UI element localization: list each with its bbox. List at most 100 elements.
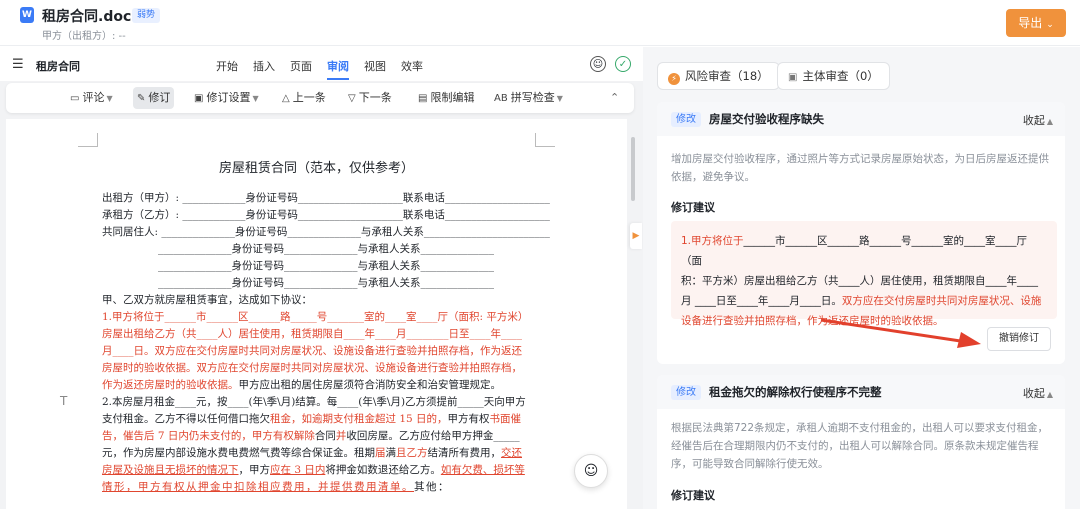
ai-assistant-icon[interactable]: ☺: [574, 454, 608, 488]
revised-line: 房屋时的验收依据。双方应在交付房屋时共同对房屋状况、设施设备进行查验并拍照存档，: [102, 362, 522, 374]
pointer-arrow: [820, 318, 981, 348]
revised-text: 交还: [501, 447, 522, 459]
spell-check-button[interactable]: AB 拼写检查 ▼: [490, 87, 567, 109]
next-label: 下一条: [358, 91, 392, 104]
modify-badge: 修改: [671, 112, 701, 127]
chevron-down-icon: ▼: [106, 94, 113, 103]
suggestion-line: 1.甲方将位于______市______区______路______号_____…: [681, 231, 1047, 271]
chevron-down-icon: ▼: [556, 94, 563, 103]
previous-change-button[interactable]: △ 上一条: [278, 87, 330, 109]
review-panel: ⚡ 风险审查（18） ▣ 主体审查（0） 修改 房屋交付验收程序缺失 收起 ▲ 增加房…: [643, 47, 1080, 515]
suggestion-text: 双方应在交付房屋时共同对房屋状况、设施: [841, 295, 1042, 307]
menu-doc-name: 租房合同: [36, 60, 80, 73]
collapse-panel-icon[interactable]: ▶: [630, 223, 642, 249]
doc-line: 告，催告后 7 日内仍未支付的，甲方有权解除合同并收回房屋。乙方应付给甲方押金_…: [102, 429, 520, 443]
doc-line: 承租方（乙方）: ____________身份证号码______________…: [102, 209, 550, 221]
doc-line: 房屋及设施且无损坏的情况下，甲方应在 3 日内将押金如数退还给乙方。如有欠费、损…: [102, 463, 525, 477]
suggestion-label: 修订建议: [671, 201, 715, 214]
doc-line: ______________身份证号码______________与承租人关系_…: [158, 243, 494, 255]
revoke-revision-button[interactable]: 撤销修订: [987, 327, 1051, 351]
arrow-shaft: [820, 318, 968, 344]
revised-text: 届: [375, 447, 386, 459]
document-page[interactable]: 房屋租赁合同（范本，仅供参考） 出租方（甲方）: ____________身份证…: [6, 119, 627, 511]
text-style-icon[interactable]: T: [60, 394, 67, 408]
suggestion-text: 1.甲方将位于: [681, 235, 744, 247]
page-corner-mark: [535, 133, 555, 147]
tab-view[interactable]: 视图: [364, 58, 386, 74]
revised-line: 1.甲方将位于______市______区______路_____号______…: [102, 311, 529, 323]
spell-check-icon: AB: [494, 93, 508, 104]
doc-text: 收回房屋。乙方应付给甲方押金_____: [346, 430, 520, 442]
document-title: 租房合同.doc: [42, 9, 132, 25]
arrow-down-icon: ▽: [348, 93, 356, 104]
lock-doc-icon: ▤: [418, 93, 428, 104]
doc-text: 结清所有费用，: [427, 447, 502, 459]
collapse-label: 收起: [1022, 387, 1045, 400]
comment-button[interactable]: ▭ 评论 ▼: [66, 87, 117, 109]
vertical-scrollbar[interactable]: [631, 137, 635, 201]
collapse-button[interactable]: 收起 ▲: [1023, 112, 1053, 128]
tab-efficiency[interactable]: 效率: [401, 58, 423, 74]
revised-text: 并: [335, 430, 347, 442]
risk-title: 租金拖欠的解除权行使程序不完整: [709, 385, 882, 399]
export-button[interactable]: 导出 ⌄: [1006, 9, 1066, 37]
next-change-button[interactable]: ▽ 下一条: [344, 87, 396, 109]
contract-title: 房屋租赁合同（范本，仅供参考）: [218, 161, 414, 176]
track-changes-button[interactable]: ✎ 修订: [133, 87, 175, 109]
hamburger-menu-icon[interactable]: ☰: [12, 57, 24, 72]
suggestion-text: 月 ____日至____年____月____日。: [681, 295, 842, 307]
revised-line: 月____日。双方应在交付房屋时共同对房屋状况、设施设备进行查验并拍照存档，作为…: [102, 345, 522, 357]
restrict-editing-button[interactable]: ▤ 限制编辑: [414, 87, 478, 109]
doc-line: 共同居住人: ______________身份证号码______________…: [102, 226, 550, 238]
suggestion-box: 1.甲方将位于______市______区______路______号_____…: [671, 221, 1057, 327]
revised-line: 房屋出租给乙方（共____人）居住使用，租赁期限自____年____月_____…: [102, 328, 522, 340]
risk-card: 修改 房屋交付验收程序缺失 收起 ▲ 增加房屋交付验收程序，通过照片等方式记录房屋…: [657, 102, 1065, 364]
doc-text: 甲方有权: [447, 413, 490, 425]
revised-text: 如有欠费、损坏等: [440, 464, 525, 476]
doc-text: 甲方应出租的居住房屋须符合消防安全和治安管理规定。: [238, 379, 502, 391]
track-settings-button[interactable]: ▣ 修订设置 ▼: [190, 87, 263, 109]
spell-label: 拼写检查: [510, 91, 555, 104]
track-label: 修订: [148, 91, 171, 104]
assistant-avatar-icon[interactable]: ☺: [590, 56, 606, 72]
tab-insert[interactable]: 插入: [253, 58, 275, 74]
arrow-head: [957, 332, 981, 348]
revised-text: ，如逾期支付租金超过 15 日的，: [291, 413, 448, 425]
risk-title: 房屋交付验收程序缺失: [709, 112, 824, 126]
chevron-down-icon: ▼: [252, 94, 259, 103]
revised-text: 租金: [270, 413, 291, 425]
tab-subject-review[interactable]: ▣ 主体审查（0）: [777, 62, 890, 90]
suggestion-line: 积：平方米）房屋出租给乙方（共____人）居住使用，租赁期限自____年____: [681, 275, 1038, 287]
subject-tab-label: 主体审查（0）: [802, 69, 879, 83]
menu-bar: ☰ 租房合同 开始 插入 页面 审阅 视图 效率 ☺ ✓: [0, 47, 643, 81]
doc-line: ______________身份证号码______________与承租人关系_…: [158, 260, 494, 272]
collapse-toolbar-icon[interactable]: ⌃: [606, 87, 623, 109]
doc-line: 情形，甲方有权从押金中扣除相应费用，并提供费用清单。其他：: [102, 480, 450, 494]
tab-risk-review[interactable]: ⚡ 风险审查（18）: [657, 62, 780, 90]
party-subtitle: 甲方（出租方）: --: [42, 31, 126, 42]
doc-text: 支付租金。乙方不得以任何借口拖欠: [102, 413, 270, 425]
lightning-icon: ⚡: [668, 73, 680, 85]
chevron-down-icon: ⌄: [1046, 20, 1054, 30]
page-corner-mark: [78, 133, 98, 147]
tab-review[interactable]: 审阅: [327, 58, 349, 80]
building-icon: ▣: [788, 72, 798, 83]
position-tag: 弱势: [132, 8, 161, 23]
caret-up-icon: ▲: [1046, 390, 1053, 399]
collapse-button[interactable]: 收起 ▲: [1023, 385, 1053, 401]
word-doc-icon: W: [20, 7, 34, 23]
restrict-label: 限制编辑: [430, 91, 475, 104]
export-label: 导出: [1018, 16, 1043, 30]
revised-text: 书面催: [489, 413, 522, 425]
track-settings-label: 修订设置: [206, 91, 251, 104]
doc-line: 作为返还房屋时的验收依据。甲方应出租的居住房屋须符合消防安全和治安管理规定。: [102, 378, 501, 392]
comment-icon: ▭: [70, 93, 80, 104]
modify-badge: 修改: [671, 385, 701, 400]
tab-start[interactable]: 开始: [216, 58, 238, 74]
revised-text: 房屋及设施且无损坏的情况下: [102, 464, 239, 476]
tab-page[interactable]: 页面: [290, 58, 312, 74]
doc-line: ______________身份证号码______________与承租人关系_…: [158, 277, 494, 289]
cloud-saved-icon[interactable]: ✓: [615, 56, 631, 72]
caret-up-icon: ▲: [1046, 117, 1053, 126]
prev-label: 上一条: [292, 91, 326, 104]
